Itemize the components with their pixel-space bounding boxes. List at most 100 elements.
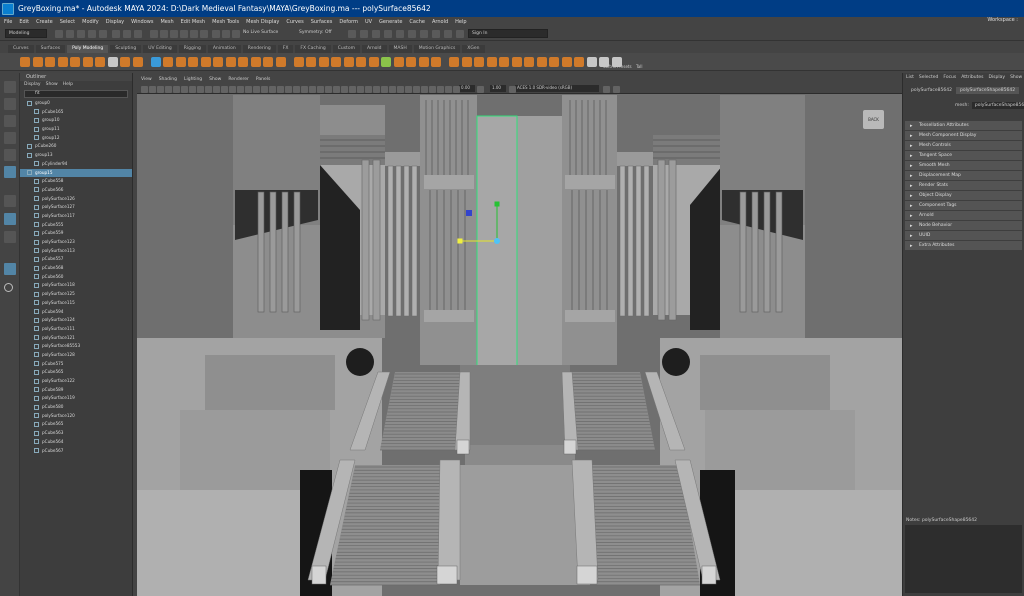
viewport-tool-icon[interactable] [421,85,428,93]
attr-section-tangent-space[interactable]: Tangent Space [905,151,1022,161]
shelf-tool-icon[interactable] [486,57,497,67]
outliner-menu-display[interactable]: Display [24,81,41,89]
status-icon[interactable] [200,30,208,38]
menu-deform[interactable]: Deform [339,19,358,25]
viewport-tool-icon[interactable] [205,85,212,93]
view-cube-back[interactable]: BACK [863,110,884,129]
viewport-tool-icon[interactable] [437,85,444,93]
viewport-tool-icon[interactable] [445,85,452,93]
outliner-item[interactable]: polySurface124 [20,316,132,325]
outliner-item[interactable]: pCube565 [20,420,132,429]
outliner-item[interactable]: pCube557 [20,255,132,264]
attr-menu-show[interactable]: Show [1010,73,1022,83]
shelf-tool-icon[interactable] [107,57,118,67]
shelf-tool-icon[interactable] [586,57,597,67]
shelf-tab-fx[interactable]: FX [277,45,294,53]
shelf-tool-icon[interactable] [561,57,572,67]
status-icon[interactable] [348,30,356,38]
shelf-tool-icon[interactable] [599,57,609,67]
outliner-item[interactable]: group11 [20,125,132,134]
outliner-item[interactable]: polySurface115 [20,299,132,308]
menu-modify[interactable]: Modify [82,19,99,25]
shelf-tool-icon[interactable] [82,57,93,67]
status-icon[interactable] [360,30,368,38]
four-view-icon[interactable] [4,213,16,225]
outliner-item[interactable]: pCube565 [20,368,132,377]
shelf-tool-icon[interactable] [57,57,68,67]
attr-section-node-behavior[interactable]: Node Behavior [905,221,1022,231]
status-icon[interactable] [212,30,220,38]
shelf-tab-arnold[interactable]: Arnold [361,45,387,53]
attr-section-arnold[interactable]: Arnold [905,211,1022,221]
viewport-tool-icon[interactable] [285,85,292,93]
status-icon[interactable] [150,30,158,38]
outliner-item[interactable]: pCube555 [20,221,132,230]
attr-section-render-stats[interactable]: Render Stats [905,181,1022,191]
shelf-tab-custom[interactable]: Custom [332,45,360,53]
outliner-item[interactable]: polySurface125 [20,290,132,299]
shelf-tool-icon[interactable] [499,57,509,67]
mode-dropdown[interactable]: Modeling [5,29,47,38]
status-icon[interactable] [384,30,392,38]
menu-file[interactable]: File [4,19,12,25]
menu-curves[interactable]: Curves [286,19,303,25]
viewport-tool-icon[interactable] [613,85,620,93]
move-tool-icon[interactable] [4,132,16,144]
viewport-tool-icon[interactable] [221,85,228,93]
shelf-tool-icon[interactable] [356,57,366,67]
outliner-item[interactable]: polySurface121 [20,334,132,343]
status-icon[interactable] [77,30,85,38]
shelf-tool-icon[interactable] [393,57,404,67]
status-icon[interactable] [88,30,96,38]
outliner-item[interactable]: group10 [20,116,132,125]
outliner-item[interactable]: pCube594 [20,308,132,317]
outliner-menu-help[interactable]: Help [63,81,73,89]
attr-menu-focus[interactable]: Focus [943,73,956,83]
viewport-tool-icon[interactable] [365,85,372,93]
shelf-tool-icon[interactable] [263,57,273,67]
status-icon[interactable] [456,30,464,38]
status-icon[interactable] [190,30,198,38]
status-icon[interactable] [396,30,404,38]
viewport-tool-icon[interactable] [603,85,610,93]
viewport-tool-icon[interactable] [149,85,156,93]
live-surface-label[interactable]: No Live Surface [240,29,290,38]
viewport-tool-icon[interactable] [269,85,276,93]
shelf-tool-icon[interactable] [418,57,429,67]
viewport-tool-icon[interactable] [413,85,420,93]
shelf-tab-motion-graphics[interactable]: Motion Graphics [413,45,461,53]
shape-tab[interactable]: polySurfaceShape85642 [955,87,1020,94]
viewport-tool-icon[interactable] [253,85,260,93]
outliner-search-input[interactable]: fit [24,90,128,98]
viewport-tool-icon[interactable] [213,85,220,93]
viewport-tool-icon[interactable] [333,85,340,93]
viewport-menu-renderer[interactable]: Renderer [228,76,249,84]
shelf-tool-icon[interactable] [225,57,236,67]
shelf-tool-icon[interactable] [120,57,130,67]
menu-help[interactable]: Help [455,19,466,25]
symmetry-label[interactable]: Symmetry: Off [296,29,346,38]
viewport-tool-icon[interactable] [309,85,316,93]
lasso-tool-icon[interactable] [4,98,16,110]
attr-section-object-display[interactable]: Object Display [905,191,1022,201]
viewport-menu-view[interactable]: View [141,76,152,84]
outliner-layout-icon[interactable] [4,263,16,275]
status-icon[interactable] [232,30,240,38]
viewport-menu-panels[interactable]: Panels [256,76,270,84]
menu-create[interactable]: Create [36,19,53,25]
shelf-tool-icon[interactable] [406,57,416,67]
viewport-tool-icon[interactable] [165,85,172,93]
attr-section-extra-attributes[interactable]: Extra Attributes [905,241,1022,251]
outliner-item[interactable]: pCube580 [20,403,132,412]
viewport-tool-icon[interactable] [189,85,196,93]
menu-arnold[interactable]: Arnold [432,19,448,25]
outliner-item[interactable]: pCube564 [20,438,132,447]
outliner-item[interactable]: pCube568 [20,264,132,273]
attr-section-uuid[interactable]: UUID [905,231,1022,241]
shelf-tool-icon[interactable] [32,57,43,67]
shelf-tab-fx-caching[interactable]: FX Caching [295,45,331,53]
outliner-item[interactable]: polySurface85553 [20,342,132,351]
notes-textarea[interactable] [905,525,1022,593]
shelf-tab-poly-modeling[interactable]: Poly Modeling [67,45,109,53]
outliner-item[interactable]: group12 [20,134,132,143]
